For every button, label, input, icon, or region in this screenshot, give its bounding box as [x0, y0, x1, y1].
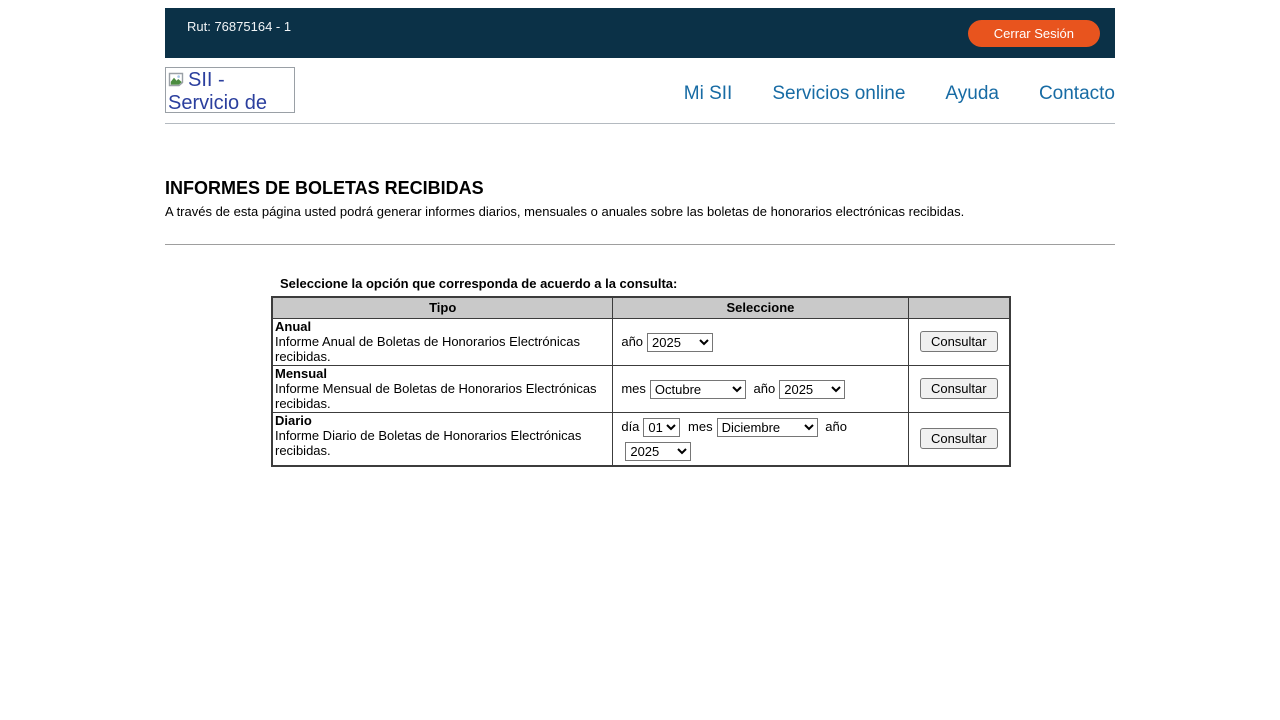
- col-header-tipo: Tipo: [272, 297, 613, 318]
- diario-consultar-button[interactable]: Consultar: [920, 428, 998, 449]
- broken-image-icon: [168, 72, 186, 88]
- diario-month-label: mes: [688, 419, 713, 434]
- diario-year-label: año: [825, 419, 847, 434]
- reports-table: Tipo Seleccione Anual Informe Anual de B…: [271, 296, 1011, 467]
- session-bar: Rut: 76875164 - 1 Cerrar Sesión: [165, 8, 1115, 58]
- nav-item-servicios-online[interactable]: Servicios online: [772, 83, 905, 105]
- diario-select-cell: día 01 mes Diciembre año 2025: [613, 412, 908, 466]
- sii-logo[interactable]: SII - Servicio de: [165, 67, 295, 113]
- table-row-anual: Anual Informe Anual de Boletas de Honora…: [272, 318, 1010, 365]
- anual-year-select[interactable]: 2025: [647, 333, 713, 352]
- mensual-month-label: mes: [621, 381, 646, 396]
- mensual-consultar-button[interactable]: Consultar: [920, 378, 998, 399]
- mensual-month-select[interactable]: Octubre: [650, 380, 746, 399]
- diario-day-label: día: [621, 419, 639, 434]
- divider: [165, 244, 1115, 245]
- anual-year-label: año: [621, 334, 643, 349]
- diario-month-select[interactable]: Diciembre: [717, 418, 818, 437]
- mensual-description: Informe Mensual de Boletas de Honorarios…: [275, 381, 597, 411]
- diario-year-select[interactable]: 2025: [625, 442, 691, 461]
- diario-title: Diario: [275, 413, 312, 428]
- rut-label: Rut: 76875164 - 1: [187, 19, 291, 58]
- anual-tipo-cell: Anual Informe Anual de Boletas de Honora…: [272, 318, 613, 365]
- diario-tipo-cell: Diario Informe Diario de Boletas de Hono…: [272, 412, 613, 466]
- diario-action-cell: Consultar: [908, 412, 1010, 466]
- page-title: INFORMES DE BOLETAS RECIBIDAS: [165, 178, 1115, 198]
- table-row-diario: Diario Informe Diario de Boletas de Hono…: [272, 412, 1010, 466]
- anual-description: Informe Anual de Boletas de Honorarios E…: [275, 334, 580, 364]
- diario-day-select[interactable]: 01: [643, 418, 680, 437]
- logout-button[interactable]: Cerrar Sesión: [968, 20, 1100, 47]
- page-description: A través de esta página usted podrá gene…: [165, 204, 1115, 220]
- anual-consultar-button[interactable]: Consultar: [920, 331, 998, 352]
- mensual-year-label: año: [754, 381, 776, 396]
- mensual-tipo-cell: Mensual Informe Mensual de Boletas de Ho…: [272, 365, 613, 412]
- col-header-seleccione: Seleccione: [613, 297, 908, 318]
- table-row-mensual: Mensual Informe Mensual de Boletas de Ho…: [272, 365, 1010, 412]
- page-container: Rut: 76875164 - 1 Cerrar Sesión SII - Se…: [165, 8, 1115, 467]
- table-prompt: Seleccione la opción que corresponda de …: [280, 276, 1115, 291]
- nav-item-ayuda[interactable]: Ayuda: [945, 83, 999, 105]
- site-header: SII - Servicio de Mi SII Servicios onlin…: [165, 58, 1115, 124]
- nav-item-contacto[interactable]: Contacto: [1039, 83, 1115, 105]
- anual-select-cell: año 2025: [613, 318, 908, 365]
- mensual-title: Mensual: [275, 366, 327, 381]
- diario-description: Informe Diario de Boletas de Honorarios …: [275, 428, 581, 458]
- mensual-select-cell: mes Octubre año2025: [613, 365, 908, 412]
- col-header-action: [908, 297, 1010, 318]
- mensual-action-cell: Consultar: [908, 365, 1010, 412]
- nav-item-mi-sii[interactable]: Mi SII: [684, 83, 733, 105]
- main-nav: Mi SII Servicios online Ayuda Contacto: [684, 83, 1115, 105]
- mensual-year-select[interactable]: 2025: [779, 380, 845, 399]
- anual-title: Anual: [275, 319, 311, 334]
- anual-action-cell: Consultar: [908, 318, 1010, 365]
- table-header-row: Tipo Seleccione: [272, 297, 1010, 318]
